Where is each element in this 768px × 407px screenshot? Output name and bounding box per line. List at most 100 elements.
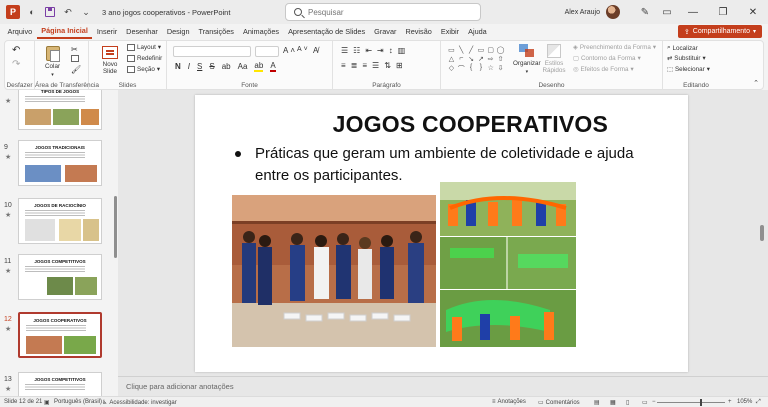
shape-fill-button[interactable]: ◈ Preenchimento da Forma ▾	[573, 44, 656, 51]
shape-effects-button[interactable]: ◎ Efeitos de Forma ▾	[573, 66, 634, 73]
slideshow-icon[interactable]: ▭	[642, 399, 648, 406]
tab-pagina-inicial[interactable]: Página Inicial	[36, 24, 93, 39]
spellcheck-icon[interactable]: ▣	[44, 399, 50, 406]
font-name-select[interactable]	[173, 46, 251, 57]
thumbnail-slide[interactable]: JOGOS COMPETITIVOS	[18, 254, 102, 300]
tab-ajuda[interactable]: Ajuda	[464, 24, 492, 39]
thumbnail-slide[interactable]: TIPOS DE JOGOS	[18, 90, 102, 130]
avatar[interactable]	[606, 5, 620, 19]
numbering-icon[interactable]: ☷	[353, 46, 360, 55]
customize-chevron-icon[interactable]: ⌄	[80, 6, 92, 18]
character-spacing-icon[interactable]: ab	[222, 62, 231, 71]
bold-button[interactable]: N	[175, 62, 181, 71]
ribbon-display-icon[interactable]: ▭	[656, 7, 678, 18]
zoom-slider-thumb[interactable]	[700, 399, 702, 406]
slide-sorter-icon[interactable]: ▦	[610, 399, 616, 406]
paste-button[interactable]: Colar ▾	[45, 46, 60, 78]
align-right-icon[interactable]: ≡	[362, 61, 367, 70]
save-icon[interactable]	[44, 6, 56, 18]
tab-animacoes[interactable]: Animações	[238, 24, 283, 39]
notes-placeholder[interactable]: Clique para adicionar anotações	[126, 382, 234, 391]
pen-icon[interactable]: ✎	[634, 7, 656, 18]
decrease-indent-icon[interactable]: ⇤	[365, 46, 372, 55]
tab-exibir[interactable]: Exibir	[436, 24, 463, 39]
user-name[interactable]: Alex Araujo	[565, 9, 600, 16]
arrange-button[interactable]: Organizar ▾	[513, 44, 541, 75]
layout-button[interactable]: Layout ▾	[127, 44, 161, 51]
strikethrough-button[interactable]: S	[209, 62, 214, 71]
align-left-icon[interactable]: ≡	[341, 61, 346, 70]
autosave-toggle[interactable]: ◐	[26, 6, 38, 18]
slide-count[interactable]: Slide 12 de 21	[4, 399, 42, 405]
format-painter-icon[interactable]: 🖌	[71, 65, 81, 74]
undo-icon[interactable]: ↶	[12, 45, 20, 56]
notes-splitter[interactable]	[118, 376, 768, 377]
highlight-icon[interactable]: ab	[254, 61, 264, 72]
search-input[interactable]	[308, 7, 458, 17]
zoom-out-button[interactable]: −	[652, 399, 656, 405]
collapse-ribbon-icon[interactable]: ⌃	[753, 79, 759, 87]
normal-view-icon[interactable]: ▤	[594, 399, 600, 406]
shape-outline-button[interactable]: ▢ Contorno da Forma ▾	[573, 55, 641, 62]
change-case-icon[interactable]: Aa	[238, 62, 248, 71]
shapes-gallery[interactable]: ▭ ╲ ╱ ▭ ▢ ◯ △ ⌐ ↘ ↗ ⇨ ⇧ ◇ ⌒{} ☆ ⇩	[447, 46, 505, 74]
zoom-level[interactable]: 105%	[737, 399, 752, 405]
decrease-font-size-button[interactable]: A ˅	[297, 46, 308, 53]
thumbnail-slide[interactable]: JOGOS TRADICIONAIS	[18, 140, 102, 186]
slide-bullet[interactable]: Práticas que geram um ambiente de coleti…	[235, 143, 665, 187]
notes-button[interactable]: ≡ Anotações	[492, 399, 526, 405]
editor-scrollbar[interactable]	[760, 225, 764, 241]
tab-transicoes[interactable]: Transições	[194, 24, 238, 39]
increase-font-size-button[interactable]: A ˄	[283, 46, 295, 55]
current-slide[interactable]: JOGOS COOPERATIVOS Práticas que geram um…	[195, 95, 688, 372]
photo-children-chairs[interactable]	[232, 195, 436, 347]
underline-button[interactable]: S	[197, 62, 202, 71]
zoom-slider[interactable]	[657, 402, 725, 403]
reading-view-icon[interactable]: ▯	[626, 399, 629, 406]
line-spacing-icon[interactable]: ↕	[389, 46, 393, 55]
redo-icon[interactable]: ↷	[12, 59, 20, 70]
new-slide-button[interactable]: Novo Slide	[99, 46, 121, 75]
font-color-icon[interactable]: A	[270, 61, 276, 72]
thumbnail-slide[interactable]: JOGOS COMPETITIVOS	[18, 372, 102, 396]
thumbnail-slide[interactable]: JOGOS COOPERATIVOS	[18, 312, 102, 358]
select-button[interactable]: ⬚ Selecionar ▾	[667, 66, 710, 73]
italic-button[interactable]: I	[188, 62, 190, 71]
tab-inserir[interactable]: Inserir	[92, 24, 121, 39]
slide-title[interactable]: JOGOS COOPERATIVOS	[333, 111, 608, 138]
comments-button[interactable]: ▭ Comentários	[538, 399, 580, 407]
clear-formatting-icon[interactable]: A̸	[313, 46, 318, 55]
justify-icon[interactable]: ☰	[372, 61, 379, 70]
search-box[interactable]	[285, 3, 481, 21]
section-button[interactable]: Seção ▾	[127, 66, 160, 73]
tab-apresentacao-de-slides[interactable]: Apresentação de Slides	[284, 24, 370, 39]
undo-icon[interactable]: ↶	[62, 6, 74, 18]
fit-to-window-icon[interactable]: ⤢	[756, 399, 761, 406]
slide-thumbnail-pane[interactable]: ★ TIPOS DE JOGOS 9 ★ JOGOS TRADICIONAIS 10 ★ JO…	[0, 90, 112, 396]
find-button[interactable]: ⌕ Localizar	[667, 44, 698, 52]
photo-collage-cooperative-games[interactable]	[440, 182, 576, 347]
maximize-button[interactable]: ❐	[708, 0, 738, 24]
tab-arquivo[interactable]: Arquivo	[3, 24, 37, 39]
columns-icon[interactable]: ▥	[398, 46, 406, 55]
increase-indent-icon[interactable]: ⇥	[377, 46, 384, 55]
tab-design[interactable]: Design	[162, 24, 194, 39]
accessibility-status[interactable]: ♿ Acessibilidade: investigar	[102, 399, 177, 407]
bullets-icon[interactable]: ☰	[341, 46, 348, 55]
language-status[interactable]: Português (Brasil)	[54, 399, 102, 405]
replace-button[interactable]: ⇄ Substituir ▾	[667, 55, 706, 62]
copy-icon[interactable]	[71, 55, 79, 62]
tab-desenhar[interactable]: Desenhar	[122, 24, 163, 39]
minimize-button[interactable]: —	[678, 0, 708, 24]
tab-gravar[interactable]: Gravar	[370, 24, 401, 39]
font-size-select[interactable]	[255, 46, 279, 57]
tab-revisao[interactable]: Revisão	[401, 24, 436, 39]
text-direction-icon[interactable]: ⇅	[384, 61, 391, 70]
cut-icon[interactable]: ✂	[71, 45, 78, 54]
align-center-icon[interactable]: ≣	[351, 61, 358, 70]
smartart-icon[interactable]: ⊞	[396, 61, 403, 70]
zoom-in-button[interactable]: +	[728, 399, 732, 405]
share-button[interactable]: ⇪ Compartilhamento ▾	[677, 25, 762, 38]
quick-styles-button[interactable]: Estilos Rápidos	[541, 44, 567, 74]
thumbnail-slide[interactable]: JOGOS DE RACIOCÍNIO	[18, 198, 102, 244]
